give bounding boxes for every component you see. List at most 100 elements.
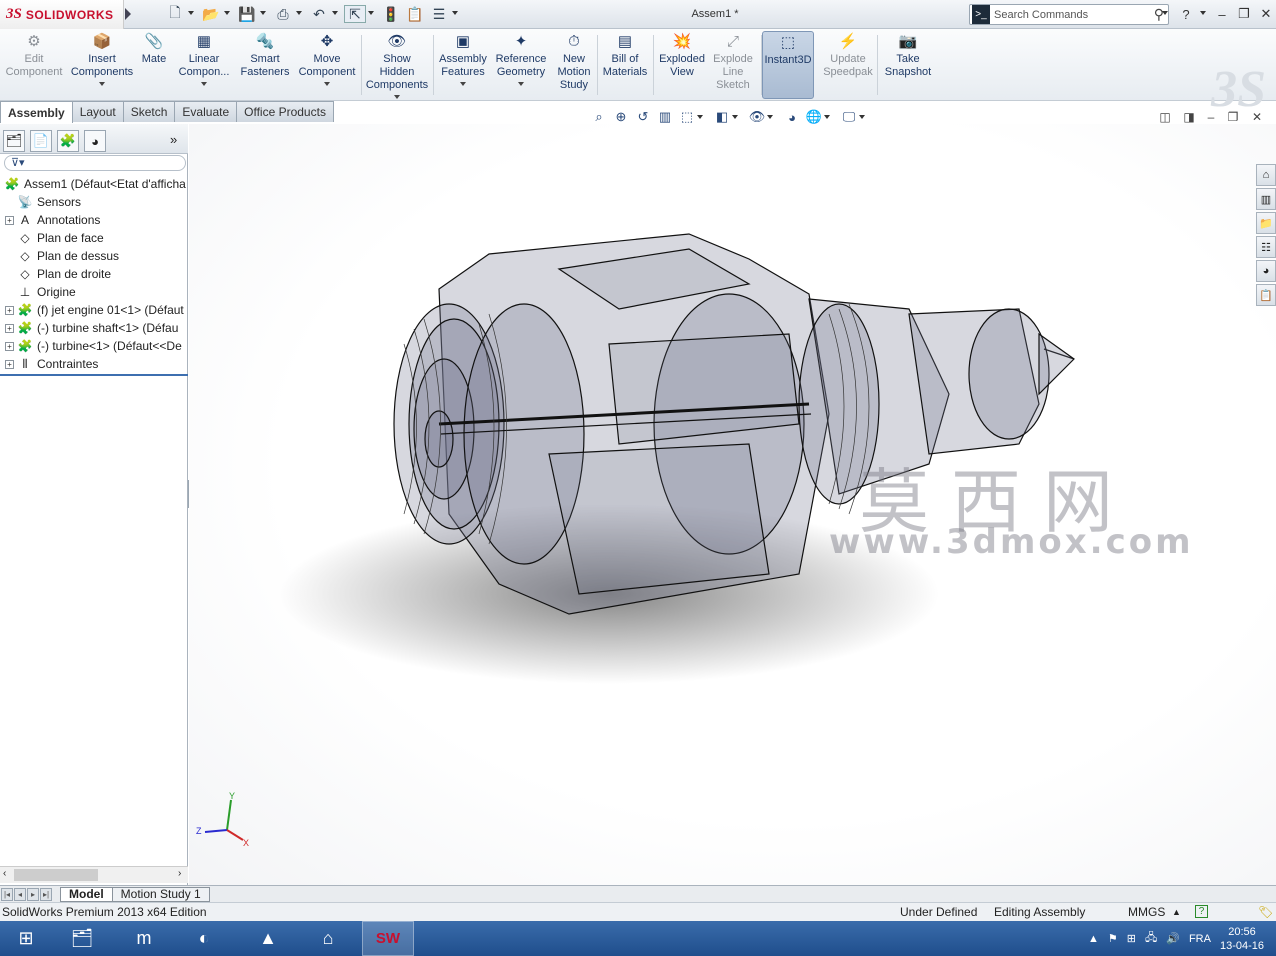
chevron-down-icon[interactable]: [824, 115, 830, 119]
show-hidden-button[interactable]: 👁 Show Hidden Components: [362, 31, 432, 99]
options-icon[interactable]: ☰: [428, 5, 450, 23]
smart-fasteners-button[interactable]: 🔩 Smart Fasteners: [236, 31, 294, 99]
expand-panel-icon[interactable]: »: [170, 132, 177, 147]
chevron-down-icon[interactable]: [859, 115, 865, 119]
chevron-down-icon[interactable]: [201, 82, 207, 86]
volume-icon[interactable]: 🔊: [1166, 932, 1180, 945]
rebuild-icon[interactable]: 🚦: [380, 5, 402, 23]
insert-components-button[interactable]: 📦 Insert Components: [66, 31, 138, 99]
section-view-icon[interactable]: ▥: [656, 108, 674, 126]
configuration-manager-tab-icon[interactable]: 🧩: [57, 130, 79, 152]
file-explorer-icon[interactable]: 📁: [1256, 212, 1276, 234]
feature-tree-tab-icon[interactable]: 🗂: [3, 130, 25, 152]
reference-geometry-button[interactable]: ✦ Reference Geometry: [492, 31, 550, 99]
minimize-icon[interactable]: –: [1212, 5, 1232, 23]
instant3d-button[interactable]: ⬚ Instant3D: [762, 31, 814, 99]
design-library-icon[interactable]: ▥: [1256, 188, 1276, 210]
help-icon[interactable]: ?: [1176, 5, 1196, 23]
tab-model[interactable]: Model: [60, 886, 113, 902]
flag-icon[interactable]: ⚑: [1108, 932, 1118, 945]
chevron-down-icon[interactable]: [518, 82, 524, 86]
chevron-down-icon[interactable]: [188, 11, 194, 15]
last-tab-icon[interactable]: ▸|: [40, 887, 52, 901]
viewport-split-vertical-icon[interactable]: ◨: [1181, 110, 1197, 124]
display-manager-tab-icon[interactable]: ◕: [84, 130, 106, 152]
language-indicator[interactable]: FRA: [1189, 933, 1211, 945]
menu-flyout-arrow-icon[interactable]: [125, 8, 131, 20]
chevron-down-icon[interactable]: [1200, 11, 1206, 15]
close-icon[interactable]: ✕: [1256, 5, 1276, 23]
print-icon[interactable]: ⎙: [272, 5, 294, 23]
viewport-restore-icon[interactable]: ❐: [1225, 110, 1241, 124]
windows-start-icon[interactable]: ⊞: [0, 921, 52, 956]
tree-item[interactable]: + 🧩 (-) turbine<1> (Défaut<<De: [0, 337, 188, 355]
first-tab-icon[interactable]: |◂: [1, 887, 13, 901]
chevron-down-icon[interactable]: [224, 11, 230, 15]
mate-button[interactable]: 📎 Mate: [138, 31, 170, 99]
expand-icon[interactable]: +: [5, 359, 14, 369]
horizontal-scrollbar[interactable]: ‹ ›: [0, 866, 188, 883]
app-shortcut-icon[interactable]: ⌂: [302, 921, 354, 956]
prev-tab-icon[interactable]: ◂: [14, 887, 26, 901]
show-hidden-icons-icon[interactable]: ▲: [1088, 933, 1099, 945]
chevron-down-icon[interactable]: [460, 82, 466, 86]
status-units[interactable]: MMGS: [1128, 905, 1165, 919]
network-icon[interactable]: 🖧: [1145, 929, 1157, 948]
tree-item[interactable]: 📡 Sensors: [0, 193, 188, 211]
tab-evaluate[interactable]: Evaluate: [174, 101, 238, 122]
expand-icon[interactable]: +: [5, 323, 14, 333]
custom-properties-icon[interactable]: 📋: [1256, 284, 1276, 306]
chevron-down-icon[interactable]: [296, 11, 302, 15]
graphics-viewport[interactable]: 莫西网 www.3dmox.com Y Z X: [189, 124, 1276, 885]
search-commands-field[interactable]: >_ Search Commands ⚲: [969, 4, 1169, 25]
tree-item[interactable]: ◇ Plan de droite: [0, 265, 188, 283]
maxthon-browser-icon[interactable]: m: [118, 921, 170, 956]
appearances-scenes-icon[interactable]: ◕: [1256, 260, 1276, 282]
scrollbar-thumb[interactable]: [14, 869, 98, 881]
chevron-down-icon[interactable]: [394, 95, 400, 99]
windows-flag-icon[interactable]: ⊞: [1127, 932, 1136, 945]
move-component-button[interactable]: ✥ Move Component: [294, 31, 360, 99]
next-tab-icon[interactable]: ▸: [27, 887, 39, 901]
media-player-icon[interactable]: ◐: [178, 921, 230, 956]
edit-appearance-icon[interactable]: ◕: [783, 108, 801, 126]
scroll-right-icon[interactable]: ›: [178, 868, 181, 879]
save-icon[interactable]: 💾: [236, 5, 258, 23]
solidworks-logo[interactable]: 3S SOLIDWORKS: [0, 0, 124, 29]
assembly-features-button[interactable]: ▣ Assembly Features: [434, 31, 492, 99]
solidworks-resources-icon[interactable]: ⌂: [1256, 164, 1276, 186]
tab-motion-study-1[interactable]: Motion Study 1: [111, 886, 210, 902]
tree-item[interactable]: + ⫴ Contraintes: [0, 355, 188, 373]
apply-scene-icon[interactable]: 🌐: [805, 108, 823, 126]
tab-layout[interactable]: Layout: [71, 101, 124, 122]
hide-show-items-icon[interactable]: 👁: [748, 108, 766, 126]
filter-field[interactable]: ⊽▾: [4, 155, 186, 171]
new-document-icon[interactable]: 🗋: [164, 4, 186, 23]
viewport-minimize-icon[interactable]: –: [1203, 110, 1219, 124]
speedpak-button[interactable]: ⚡ Update Speedpak: [818, 31, 878, 99]
file-explorer-taskbar-icon[interactable]: 🗂: [56, 921, 108, 956]
chevron-down-icon[interactable]: [697, 115, 703, 119]
tag-icon[interactable]: 🏷: [1258, 905, 1273, 919]
solidworks-taskbar-icon[interactable]: SW: [362, 921, 414, 956]
tree-item[interactable]: ◇ Plan de dessus: [0, 247, 188, 265]
zoom-to-area-icon[interactable]: ⊕: [612, 108, 630, 126]
zoom-to-fit-icon[interactable]: ⌕: [590, 108, 608, 126]
linear-pattern-button[interactable]: ▦ Linear Compon...: [172, 31, 236, 99]
select-cursor-icon[interactable]: ⇱: [344, 5, 366, 23]
view-settings-icon[interactable]: 🖵: [840, 108, 858, 126]
chevron-down-icon[interactable]: [732, 115, 738, 119]
previous-view-icon[interactable]: ↺: [634, 108, 652, 126]
units-chevron-up-icon[interactable]: ▲: [1172, 907, 1181, 917]
view-orientation-icon[interactable]: ⬚: [678, 108, 696, 126]
open-folder-icon[interactable]: 📂: [200, 5, 222, 23]
tree-item[interactable]: + 🧩 (f) jet engine 01<1> (Défaut: [0, 301, 188, 319]
viewport-split-icon[interactable]: ◫: [1157, 110, 1173, 124]
avast-icon[interactable]: ▲: [242, 921, 294, 956]
tab-sketch[interactable]: Sketch: [122, 101, 176, 122]
file-properties-icon[interactable]: 📋: [404, 5, 426, 23]
chevron-down-icon[interactable]: [1162, 11, 1168, 15]
tab-office-products[interactable]: Office Products: [236, 101, 334, 122]
scroll-left-icon[interactable]: ‹: [3, 868, 6, 879]
clock[interactable]: 20:56 13-04-16: [1220, 925, 1264, 953]
